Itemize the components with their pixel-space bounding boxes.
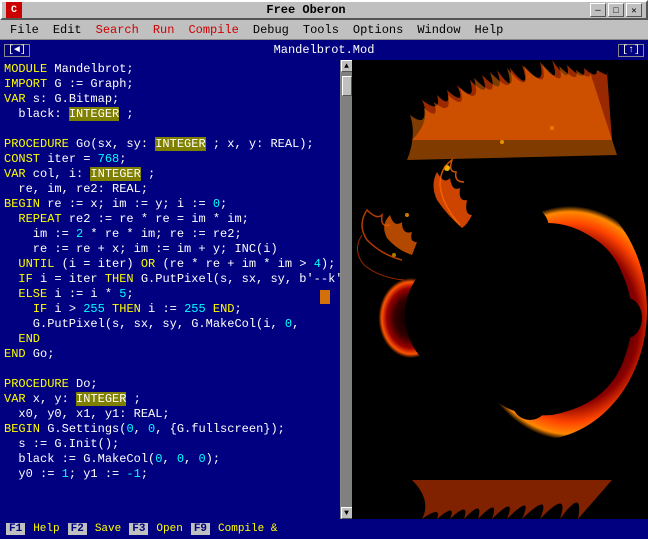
menubar: File Edit Search Run Compile Debug Tools… (0, 20, 648, 40)
menu-tools[interactable]: Tools (297, 21, 345, 39)
f2-label: Save (95, 523, 121, 535)
scrollbar-track[interactable] (341, 72, 353, 507)
vertical-scrollbar[interactable]: ▲ ▼ (340, 60, 352, 519)
main-area: MODULE Mandelbrot; IMPORT G := Graph; VA… (0, 60, 648, 519)
menu-edit[interactable]: Edit (47, 21, 88, 39)
code-editor[interactable]: MODULE Mandelbrot; IMPORT G := Graph; VA… (0, 60, 340, 519)
scroll-down-arrow[interactable]: ▼ (341, 507, 353, 519)
titlebar-controls: ─ □ ✕ (590, 3, 642, 17)
titlebar-left: C (6, 2, 22, 18)
titlebar: C Free Oberon ─ □ ✕ (0, 0, 648, 20)
mandelbrot-svg (352, 60, 648, 519)
menu-search[interactable]: Search (90, 21, 145, 39)
f3-key: F3 (129, 523, 148, 535)
f9-label: Compile & (218, 523, 277, 535)
menu-help[interactable]: Help (469, 21, 510, 39)
toolbar2-right: [↑] (618, 44, 644, 57)
f3-label: Open (156, 523, 182, 535)
app-icon: C (6, 2, 22, 18)
scroll-right-button[interactable]: [↑] (618, 44, 644, 57)
titlebar-title: Free Oberon (22, 3, 590, 17)
scroll-up-arrow[interactable]: ▲ (341, 60, 353, 72)
maximize-button[interactable]: □ (608, 3, 624, 17)
menu-compile[interactable]: Compile (182, 21, 244, 39)
f9-key: F9 (191, 523, 210, 535)
menu-run[interactable]: Run (147, 21, 181, 39)
f2-key: F2 (68, 523, 87, 535)
f1-label: Help (33, 523, 59, 535)
toolbar2-left: [◄] (4, 44, 30, 57)
statusbar: F1 Help F2 Save F3 Open F9 Compile & (0, 519, 648, 539)
menu-file[interactable]: File (4, 21, 45, 39)
minimize-button[interactable]: ─ (590, 3, 606, 17)
close-button[interactable]: ✕ (626, 3, 642, 17)
scroll-left-button[interactable]: [◄] (4, 44, 30, 57)
secondary-toolbar: [◄] Mandelbrot.Mod [↑] (0, 40, 648, 60)
code-content: MODULE Mandelbrot; IMPORT G := Graph; VA… (4, 62, 336, 482)
f1-key: F1 (6, 523, 25, 535)
text-cursor (320, 290, 330, 304)
mandelbrot-preview (352, 60, 648, 519)
scrollbar-thumb[interactable] (342, 76, 352, 96)
menu-debug[interactable]: Debug (247, 21, 295, 39)
file-title: Mandelbrot.Mod (30, 43, 618, 57)
menu-window[interactable]: Window (411, 21, 466, 39)
menu-options[interactable]: Options (347, 21, 409, 39)
